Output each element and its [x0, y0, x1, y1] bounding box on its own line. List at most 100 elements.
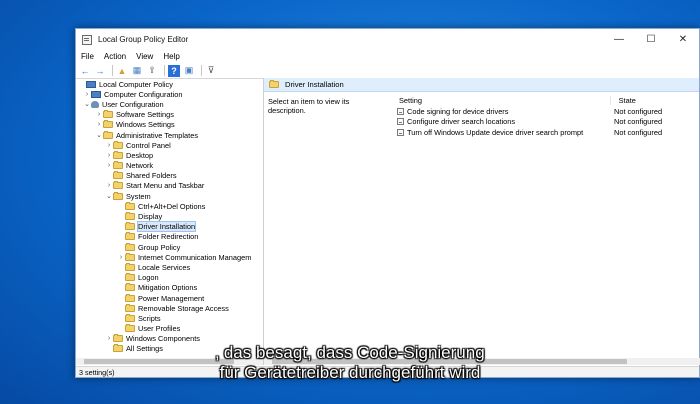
tree-node-label: Windows Components — [126, 334, 200, 344]
help-icon[interactable]: ? — [168, 64, 180, 77]
chevron-right-icon[interactable]: › — [105, 335, 113, 342]
folder-icon — [125, 273, 135, 282]
forward-arrow-icon[interactable]: → — [94, 65, 106, 77]
tree-node[interactable]: › Internet Communication Managem — [76, 252, 251, 262]
folder-icon — [125, 303, 135, 312]
maximize-button[interactable]: ☐ — [635, 29, 667, 49]
tree-node-label: System — [126, 191, 151, 201]
tree-node[interactable]: Scripts — [76, 313, 251, 323]
chevron-right-icon[interactable]: › — [117, 254, 125, 261]
tree-node[interactable]: ⌄ User Configuration — [76, 99, 251, 109]
folder-icon — [125, 262, 135, 271]
menu-view[interactable]: View — [136, 52, 153, 61]
tree-node[interactable]: ⌄ System — [76, 191, 251, 201]
tree-node[interactable]: Driver Installation — [76, 221, 251, 233]
table-header: Setting State — [397, 95, 697, 106]
setting-state: Not configured — [614, 127, 663, 137]
tree-node[interactable]: Group Policy — [76, 242, 251, 252]
tree-node[interactable]: › Windows Settings — [76, 120, 251, 130]
folder-icon — [125, 212, 135, 221]
tree-node[interactable]: › Start Menu and Taskbar — [76, 181, 251, 191]
chevron-right-icon[interactable]: › — [83, 91, 91, 98]
up-folder-icon[interactable]: ▲ — [116, 65, 128, 77]
folder-icon — [125, 283, 135, 292]
menu-bar: File Action View Help — [76, 49, 699, 63]
folder-icon — [125, 232, 135, 241]
properties-icon[interactable]: ▣ — [183, 65, 195, 77]
chevron-right-icon[interactable]: › — [95, 121, 103, 128]
setting-name: Configure driver search locations — [407, 117, 516, 127]
chevron-down-icon[interactable]: ⌄ — [105, 192, 113, 200]
tree-node-label: Desktop — [126, 150, 154, 160]
menu-action[interactable]: Action — [104, 52, 126, 61]
setting-name: Turn off Windows Update device driver se… — [407, 127, 584, 137]
folder-icon — [113, 334, 123, 343]
toolbar-separator — [112, 65, 113, 76]
folder-icon — [125, 242, 135, 251]
policy-setting-icon — [397, 128, 404, 136]
tree-node-label: Group Policy — [138, 242, 181, 252]
tree-node[interactable]: Mitigation Options — [76, 283, 251, 293]
user-icon — [91, 100, 99, 108]
tree-node-label: Removable Storage Access — [138, 303, 229, 313]
tree-node-label: Shared Folders — [126, 171, 177, 181]
chevron-right-icon[interactable]: › — [105, 182, 113, 189]
tree-node-label: Folder Redirection — [138, 232, 199, 242]
folder-icon — [113, 191, 123, 200]
tree-node[interactable]: › Software Settings — [76, 110, 251, 120]
column-setting[interactable]: Setting — [397, 96, 610, 105]
tree-node[interactable]: ⌄ Administrative Templates — [76, 130, 251, 140]
policy-tree: Local Computer Policy › Computer Configura… — [76, 78, 264, 365]
tree-node[interactable]: Logon — [76, 273, 251, 283]
chevron-right-icon[interactable]: › — [95, 111, 103, 118]
menu-file[interactable]: File — [81, 52, 94, 61]
tree-node-label: Network — [126, 161, 154, 171]
title-bar[interactable]: Local Group Policy Editor — ☐ ✕ — [76, 29, 699, 49]
subtitle-line-1: ‚ das besagt, dass Code-Signierung — [215, 343, 485, 362]
chevron-down-icon[interactable]: ⌄ — [95, 131, 103, 139]
tree-node[interactable]: Folder Redirection — [76, 232, 251, 242]
close-button[interactable]: ✕ — [667, 29, 699, 49]
video-subtitles: ‚ das besagt, dass Code-Signierung für G… — [0, 343, 700, 383]
policy-setting-icon — [397, 107, 404, 115]
folder-icon — [269, 80, 279, 88]
tree-node[interactable]: › Desktop — [76, 150, 251, 160]
tree-node[interactable]: › Network — [76, 161, 251, 171]
tree-node[interactable]: › Control Panel — [76, 140, 251, 150]
filter-icon[interactable]: ⊽ — [205, 65, 217, 77]
show-hide-tree-icon[interactable]: ▦ — [131, 65, 143, 77]
details-pane: Driver Installation Select an item to vi… — [264, 78, 700, 365]
folder-icon — [125, 324, 135, 333]
tree-node-label: Windows Settings — [116, 120, 175, 130]
tree-node[interactable]: Local Computer Policy — [76, 79, 251, 89]
table-row[interactable]: Turn off Windows Update device driver se… — [397, 127, 697, 138]
folder-icon — [113, 150, 123, 159]
editor-body: Local Computer Policy › Computer Configura… — [76, 78, 700, 365]
table-row[interactable]: Configure driver search locations Not co… — [397, 117, 697, 128]
folder-icon — [125, 252, 135, 261]
tree-node[interactable]: Display — [76, 211, 251, 221]
chevron-right-icon[interactable]: › — [105, 152, 113, 159]
column-state[interactable]: State — [609, 96, 697, 105]
chevron-down-icon[interactable]: ⌄ — [83, 100, 91, 108]
menu-help[interactable]: Help — [163, 52, 179, 61]
folder-icon — [103, 110, 113, 119]
tree-node[interactable]: Shared Folders — [76, 171, 251, 181]
tree-node[interactable]: Power Management — [76, 293, 251, 303]
tree-node[interactable]: Locale Services — [76, 262, 251, 272]
tree-node[interactable]: User Profiles — [76, 324, 251, 334]
minimize-button[interactable]: — — [603, 29, 635, 49]
tree-node[interactable]: Removable Storage Access — [76, 303, 251, 313]
folder-icon — [125, 222, 135, 231]
tree-node[interactable]: › Computer Configuration — [76, 89, 251, 99]
folder-icon — [113, 171, 123, 180]
chevron-right-icon[interactable]: › — [105, 142, 113, 149]
back-arrow-icon[interactable]: ← — [79, 65, 91, 77]
table-row[interactable]: Code signing for device drivers Not conf… — [397, 106, 697, 117]
tree-node[interactable]: Ctrl+Alt+Del Options — [76, 201, 251, 211]
subtitle-line-2: für Gerätetreiber durchgeführt wird — [219, 363, 481, 382]
tree-node-label: Computer Configuration — [104, 89, 183, 99]
tree-node-label: Local Computer Policy — [99, 79, 173, 89]
chevron-right-icon[interactable]: › — [105, 162, 113, 169]
export-list-icon[interactable]: ⇪ — [146, 65, 158, 77]
